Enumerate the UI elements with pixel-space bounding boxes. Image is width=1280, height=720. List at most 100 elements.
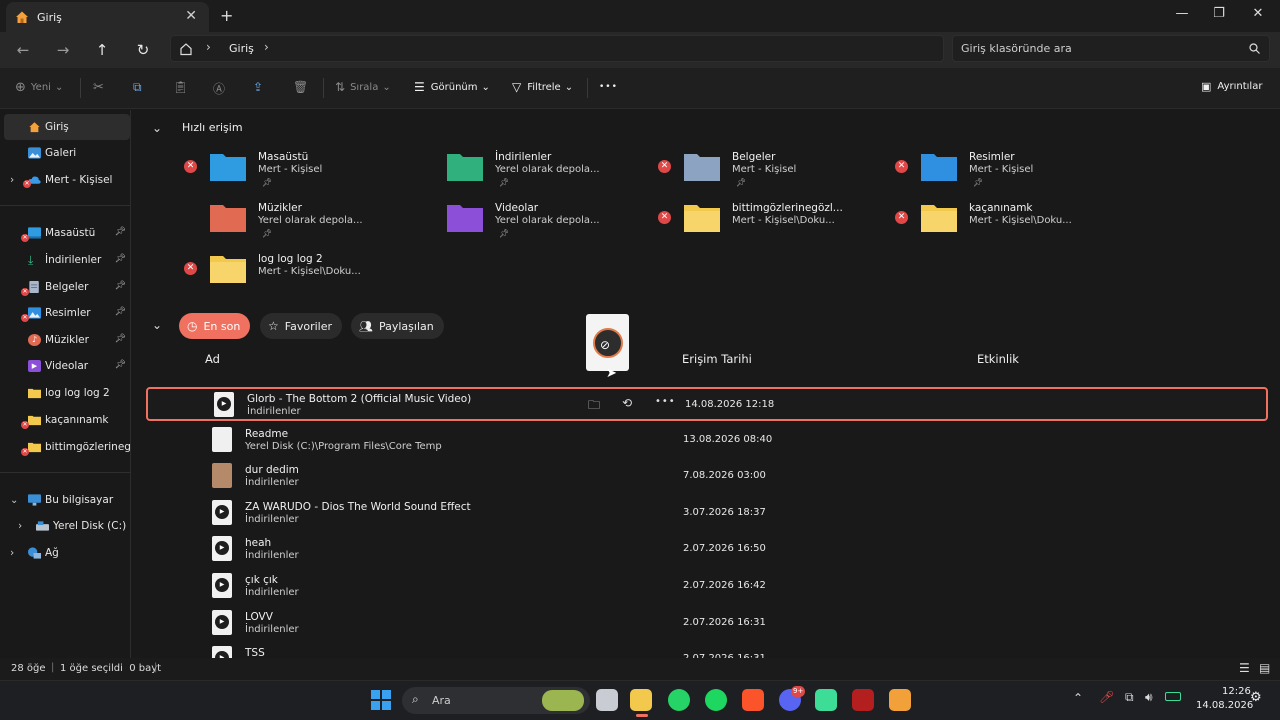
- quick-access-item[interactable]: ✕ Resimler Mert - Kişisel 📌︎: [895, 151, 1151, 197]
- close-window-button[interactable]: ✕: [1248, 6, 1268, 21]
- sort-button[interactable]: ⇅ Sırala ⌄: [335, 80, 391, 94]
- sidebar-item-onedrive[interactable]: › ✕ Mert - Kişisel: [4, 167, 130, 193]
- more-options-icon[interactable]: •••: [655, 396, 676, 407]
- quick-access-item[interactable]: İndirilenler Yerel olarak depola... 📌︎: [447, 151, 677, 197]
- delete-icon[interactable]: 🗑︎: [293, 80, 308, 94]
- sidebar-item-pictures[interactable]: ✕ Resimler 📌︎: [4, 300, 130, 326]
- minimize-button[interactable]: —: [1172, 6, 1192, 21]
- sidebar-item-bittimgozlerinegoz[interactable]: ✕ bittimgözlerinegöz: [4, 434, 130, 460]
- sidebar-item-local-disk[interactable]: › Yerel Disk (C:): [4, 513, 130, 539]
- sidebar-item-desktop[interactable]: ✕ Masaüstü 📌︎: [4, 220, 130, 246]
- divider: |: [51, 662, 55, 673]
- quick-access-item[interactable]: ✕ Belgeler Mert - Kişisel 📌︎: [658, 151, 914, 197]
- quick-access-item[interactable]: ✕ bittimgözlerinegözl... Mert - Kişisel\Do…: [658, 202, 914, 248]
- chevron-down-icon[interactable]: ⌄: [10, 495, 20, 506]
- sidebar-item-documents[interactable]: ✕ Belgeler 📌︎: [4, 274, 130, 300]
- recent-file-row[interactable]: ▶ heah İndirilenler 2.07.2026 16:50: [146, 533, 1268, 567]
- taskbar-search[interactable]: ⌕ Ara: [402, 687, 590, 714]
- details-button[interactable]: ▣ Ayrıntılar: [1201, 80, 1262, 93]
- sidebar-item-home[interactable]: Giriş: [4, 114, 130, 140]
- share-icon[interactable]: ⇪: [253, 80, 263, 94]
- notifications-icon[interactable]: ⚙︎: [1250, 690, 1262, 705]
- sidebar-item-log-log-log-2[interactable]: log log log 2: [4, 380, 130, 406]
- microphone-icon[interactable]: 🎤︎: [1099, 690, 1114, 704]
- file-explorer-icon[interactable]: [630, 689, 652, 711]
- quick-access-name: Resimler: [969, 151, 1015, 163]
- recent-file-row[interactable]: ▶ çık çık İndirilenler 2.07.2026 16:42: [146, 570, 1268, 604]
- quick-access-item[interactable]: Videolar Yerel olarak depola... 📌︎: [447, 202, 677, 248]
- chevron-up-icon[interactable]: ⌃: [1073, 691, 1083, 705]
- messaging-app-icon[interactable]: [815, 689, 837, 711]
- volume-icon[interactable]: 🔊︎: [1145, 690, 1153, 705]
- rename-icon[interactable]: Ⓐ: [213, 80, 225, 97]
- sidebar-item-music[interactable]: ♪ Müzikler 📌︎: [4, 327, 130, 353]
- share-icon[interactable]: ⟲: [622, 396, 632, 410]
- chevron-right-icon[interactable]: ›: [18, 520, 26, 532]
- collapse-recent-icon[interactable]: ⌄: [152, 318, 162, 332]
- close-tab-icon[interactable]: ✕: [185, 8, 197, 24]
- new-button[interactable]: ⊕ Yeni ⌄: [15, 80, 63, 95]
- brave-browser-icon[interactable]: [742, 689, 764, 711]
- search-input[interactable]: Giriş klasöründe ara: [952, 35, 1270, 62]
- view-button[interactable]: ☰ Görünüm ⌄: [414, 80, 490, 94]
- folder-icon: [921, 205, 957, 232]
- address-bar[interactable]: › Giriş ›: [170, 35, 944, 62]
- tab-favorites-label: Favoriler: [284, 319, 332, 333]
- chevron-right-icon[interactable]: ›: [10, 174, 18, 186]
- mouse-cursor-icon: ➤: [606, 366, 617, 381]
- clock-time[interactable]: 12:26: [1222, 686, 1251, 697]
- quick-access-item[interactable]: Müzikler Yerel olarak depola... 📌︎: [210, 202, 440, 248]
- quick-access-item[interactable]: ✕ kaçanınamk Mert - Kişisel\Doku...: [895, 202, 1151, 248]
- sidebar-item-downloads[interactable]: ⤓ İndirilenler 📌︎: [4, 247, 130, 273]
- more-options-icon[interactable]: •••: [599, 82, 618, 92]
- fl-studio-icon[interactable]: [889, 689, 911, 711]
- task-view-icon[interactable]: [596, 689, 618, 711]
- sidebar-item-network[interactable]: › Ağ: [4, 540, 130, 566]
- windows-start-icon[interactable]: [371, 690, 391, 710]
- forward-arrow-icon[interactable]: →: [53, 40, 73, 60]
- recent-file-row[interactable]: ▶ Glorb - The Bottom 2 (Official Music Vi…: [146, 387, 1268, 421]
- sidebar-item-kacaninamk[interactable]: ✕ kaçanınamk: [4, 407, 130, 433]
- file-access-date: 7.08.2026 03:00: [683, 470, 766, 482]
- recent-file-row[interactable]: Readme Yerel Disk (C:)\Program Files\Core…: [146, 424, 1268, 458]
- error-badge-icon: ✕: [21, 421, 29, 429]
- up-arrow-icon[interactable]: ↑: [92, 40, 112, 60]
- collapse-quick-access-icon[interactable]: ⌄: [152, 121, 162, 135]
- column-header-date[interactable]: Erişim Tarihi: [682, 352, 752, 366]
- details-view-icon[interactable]: ☰: [1239, 661, 1250, 675]
- battery-icon[interactable]: [1165, 692, 1181, 701]
- chevron-right-icon[interactable]: ›: [264, 40, 269, 54]
- column-header-name[interactable]: Ad: [205, 352, 220, 366]
- tab-recent[interactable]: ◷ En son: [179, 313, 251, 339]
- network-status-icon[interactable]: ⧉: [1125, 690, 1134, 705]
- recent-file-row[interactable]: dur dedim İndirilenler 7.08.2026 03:00: [146, 460, 1268, 494]
- sidebar-item-gallery[interactable]: Galeri: [4, 140, 130, 166]
- new-tab-button[interactable]: +: [220, 6, 233, 25]
- paste-icon[interactable]: 📋︎: [173, 80, 188, 94]
- sidebar-item-this-pc[interactable]: ⌄ Bu bilgisayar: [4, 487, 130, 513]
- sidebar-item-videos[interactable]: ▶ Videolar 📌︎: [4, 353, 130, 379]
- tab-home[interactable]: Giriş ✕: [6, 2, 209, 32]
- tab-shared[interactable]: 👥︎ Paylaşılan: [351, 313, 444, 339]
- open-folder-icon[interactable]: 🗀︎: [588, 396, 600, 417]
- chevron-right-icon[interactable]: ›: [10, 547, 18, 559]
- breadcrumb[interactable]: Giriş: [229, 42, 254, 55]
- recent-file-row[interactable]: ▶ LOVV İndirilenler 2.07.2026 16:31: [146, 607, 1268, 641]
- search-placeholder: Giriş klasöründe ara: [961, 42, 1072, 55]
- column-header-activity[interactable]: Etkinlik: [977, 352, 1019, 366]
- filter-button[interactable]: ▽ Filtrele ⌄: [512, 80, 573, 94]
- game-app-icon[interactable]: [852, 689, 874, 711]
- clock-date[interactable]: 14.08.2026: [1196, 700, 1253, 711]
- back-arrow-icon[interactable]: ←: [13, 40, 33, 60]
- maximize-button[interactable]: ❐: [1209, 6, 1229, 21]
- whatsapp-icon[interactable]: [668, 689, 690, 711]
- tiles-view-icon[interactable]: ▤: [1259, 661, 1270, 675]
- tab-favorites[interactable]: ☆ Favoriler: [260, 313, 342, 339]
- cut-icon[interactable]: ✂: [93, 80, 104, 95]
- copy-icon[interactable]: ⧉: [133, 80, 142, 95]
- quick-access-item[interactable]: ✕ log log log 2 Mert - Kişisel\Doku...: [184, 253, 440, 299]
- refresh-icon[interactable]: ↻: [133, 40, 153, 60]
- spotify-icon[interactable]: [705, 689, 727, 711]
- recent-file-row[interactable]: ▶ ZA WARUDO - Dios The World Sound Effect…: [146, 497, 1268, 531]
- quick-access-item[interactable]: ✕ Masaüstü Mert - Kişisel 📌︎: [184, 151, 440, 197]
